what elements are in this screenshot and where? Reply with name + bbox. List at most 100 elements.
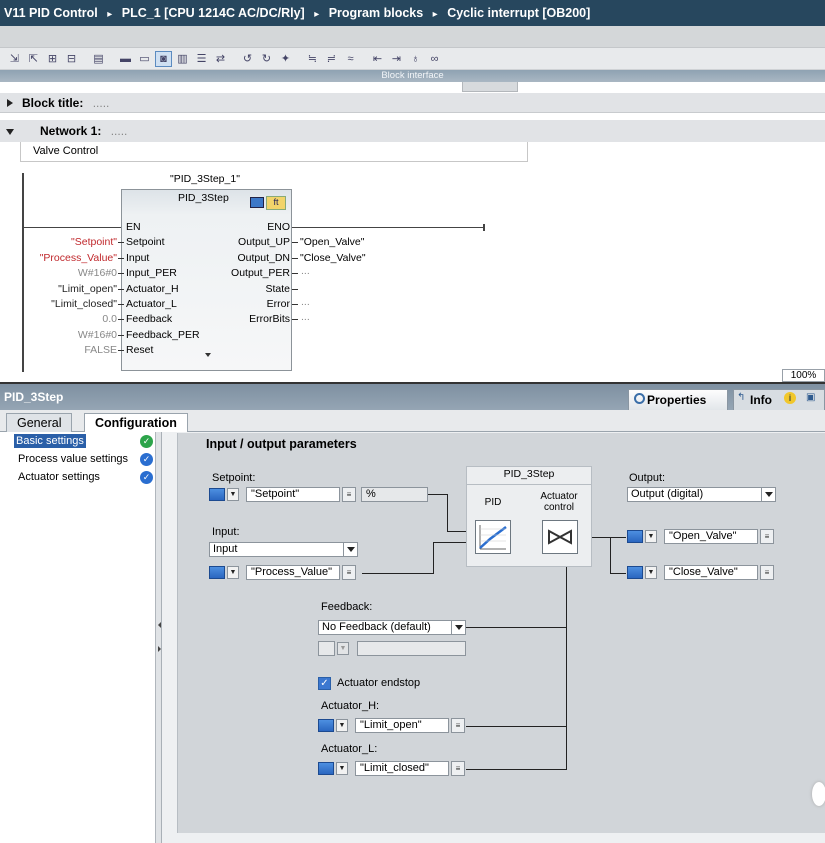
actual-output-per[interactable]: ...: [301, 265, 310, 277]
dropdown-icon[interactable]: ▼: [227, 566, 239, 579]
cross-ref-icon[interactable]: ≈: [342, 51, 359, 67]
watch-icon[interactable]: ≓: [323, 51, 340, 67]
dropdown-icon[interactable]: ▼: [336, 762, 348, 775]
actual-limit-closed[interactable]: "Limit_closed": [51, 298, 117, 310]
block-expand-icon[interactable]: [205, 353, 211, 357]
append-row-icon[interactable]: ⊟: [63, 51, 80, 67]
block-title-value[interactable]: .....: [93, 96, 110, 110]
interconnect-icon[interactable]: [209, 566, 225, 579]
pin-errorbits: ErrorBits: [249, 313, 290, 325]
chevron-down-icon[interactable]: [761, 488, 775, 501]
nav-actuator-settings[interactable]: Actuator settings: [18, 471, 100, 483]
block-interface-handle[interactable]: [462, 82, 518, 92]
favorites-icon[interactable]: ☰: [193, 51, 210, 67]
actual-feedback-per[interactable]: W#16#0: [78, 329, 117, 341]
tag-browse-icon[interactable]: ≡: [342, 565, 356, 580]
input-select[interactable]: Input: [209, 542, 358, 557]
line: [466, 769, 567, 770]
actual-input-per[interactable]: W#16#0: [78, 267, 117, 279]
open-valve-field[interactable]: "Open_Valve": [664, 529, 758, 544]
expand-arrow-icon[interactable]: [7, 99, 13, 107]
output-select[interactable]: Output (digital): [627, 487, 776, 502]
breadcrumb-ob200[interactable]: Cyclic interrupt [OB200]: [447, 6, 590, 20]
close-valve-field[interactable]: "Close_Valve": [664, 565, 758, 580]
limit-closed-field[interactable]: "Limit_closed": [355, 761, 449, 776]
process-value-field[interactable]: "Process_Value": [246, 565, 340, 580]
tag-browse-icon[interactable]: ≡: [451, 718, 465, 733]
dropdown-icon[interactable]: ▼: [645, 566, 657, 579]
tag-browse-icon[interactable]: ≡: [760, 529, 774, 544]
splitter-right-arrow-icon[interactable]: [158, 646, 161, 652]
tab-general[interactable]: General: [6, 413, 73, 433]
scroll-handle[interactable]: [812, 782, 825, 806]
insert-network-icon[interactable]: ⇲: [6, 51, 23, 67]
actual-process-value[interactable]: "Process_Value": [40, 252, 117, 264]
chevron-down-icon[interactable]: [343, 543, 357, 556]
actuator-endstop-checkbox[interactable]: ✓: [318, 677, 331, 690]
feedback-select-value: No Feedback (default): [322, 621, 431, 633]
collapse-arrow-icon[interactable]: [6, 129, 14, 135]
tab-configuration[interactable]: Configuration: [84, 413, 188, 434]
zoom-field[interactable]: 100%: [782, 369, 825, 382]
tag-browse-icon[interactable]: ≡: [451, 761, 465, 776]
align-icon[interactable]: ⇤: [369, 51, 386, 67]
network-comment[interactable]: Valve Control: [20, 142, 528, 162]
interconnect-icon[interactable]: [209, 488, 225, 501]
open-icon[interactable]: ↺: [239, 51, 256, 67]
open-config-icon[interactable]: [250, 197, 264, 208]
nav-basic-settings[interactable]: Basic settings: [14, 434, 86, 448]
actual-errorbits[interactable]: ...: [301, 311, 310, 323]
block-title-row[interactable]: Block title: .....: [0, 93, 825, 113]
actual-limit-open[interactable]: "Limit_open": [58, 283, 117, 295]
tag-browse-icon[interactable]: ≡: [760, 565, 774, 580]
insert-row-icon[interactable]: ⊞: [44, 51, 61, 67]
info-badge-icon[interactable]: i: [784, 392, 796, 404]
network-header[interactable]: Network 1: .....: [0, 120, 825, 142]
monitoring-icon[interactable]: ♁: [407, 51, 424, 67]
actual-reset[interactable]: FALSE: [84, 344, 117, 356]
dropdown-icon[interactable]: ▼: [645, 530, 657, 543]
connector: [118, 242, 124, 243]
actual-feedback[interactable]: 0.0: [102, 313, 117, 325]
breadcrumb-plc[interactable]: PLC_1 [CPU 1214C AC/DC/Rly]: [122, 6, 305, 20]
actual-close-valve[interactable]: "Close_Valve": [300, 252, 366, 264]
diagnostics-icon[interactable]: ▣: [806, 392, 815, 403]
go-to-icon[interactable]: ⇄: [212, 51, 229, 67]
call-hierarchy-icon[interactable]: ≒: [304, 51, 321, 67]
chevron-down-icon[interactable]: [451, 621, 465, 634]
commissioning-icon[interactable]: ft: [266, 196, 286, 210]
check-icon: ✓: [140, 471, 153, 484]
pid-controller-icon[interactable]: [475, 520, 511, 554]
interconnect-icon[interactable]: [318, 719, 334, 732]
feedback-select[interactable]: No Feedback (default): [318, 620, 466, 635]
monitor-icon[interactable]: ↻: [258, 51, 275, 67]
interconnect-icon[interactable]: [627, 530, 643, 543]
expand-all-icon[interactable]: ▭: [136, 51, 153, 67]
network-title-value[interactable]: .....: [111, 124, 128, 138]
network-overview-icon[interactable]: ▬: [117, 51, 134, 67]
interconnect-icon[interactable]: [627, 566, 643, 579]
fb-instance-name[interactable]: "PID_3Step_1": [170, 173, 240, 185]
block-interface-bar[interactable]: Block interface: [0, 70, 825, 82]
splitter-left-arrow-icon[interactable]: [158, 622, 161, 628]
tag-browse-icon[interactable]: ≡: [342, 487, 356, 502]
actual-setpoint[interactable]: "Setpoint": [71, 236, 117, 248]
interconnect-icon[interactable]: [318, 762, 334, 775]
collapse-icon[interactable]: ▥: [174, 51, 191, 67]
dropdown-icon[interactable]: ▼: [227, 488, 239, 501]
absolute-operands-icon[interactable]: ▤: [90, 51, 107, 67]
connector: [118, 319, 124, 320]
breadcrumb-program-blocks[interactable]: Program blocks: [329, 6, 423, 20]
actual-open-valve[interactable]: "Open_Valve": [300, 236, 364, 248]
valve-actuator-icon[interactable]: [542, 520, 578, 554]
indent-icon[interactable]: ⇥: [388, 51, 405, 67]
actual-error[interactable]: ...: [301, 296, 310, 308]
delete-network-icon[interactable]: ⇱: [25, 51, 42, 67]
download-icon[interactable]: ✦: [277, 51, 294, 67]
glasses-icon[interactable]: ∞: [426, 51, 443, 67]
setpoint-field[interactable]: "Setpoint": [246, 487, 340, 502]
dropdown-icon[interactable]: ▼: [336, 719, 348, 732]
comments-toggle-icon[interactable]: ◙: [155, 50, 172, 67]
nav-process-value-settings[interactable]: Process value settings: [18, 453, 128, 465]
limit-open-field[interactable]: "Limit_open": [355, 718, 449, 733]
